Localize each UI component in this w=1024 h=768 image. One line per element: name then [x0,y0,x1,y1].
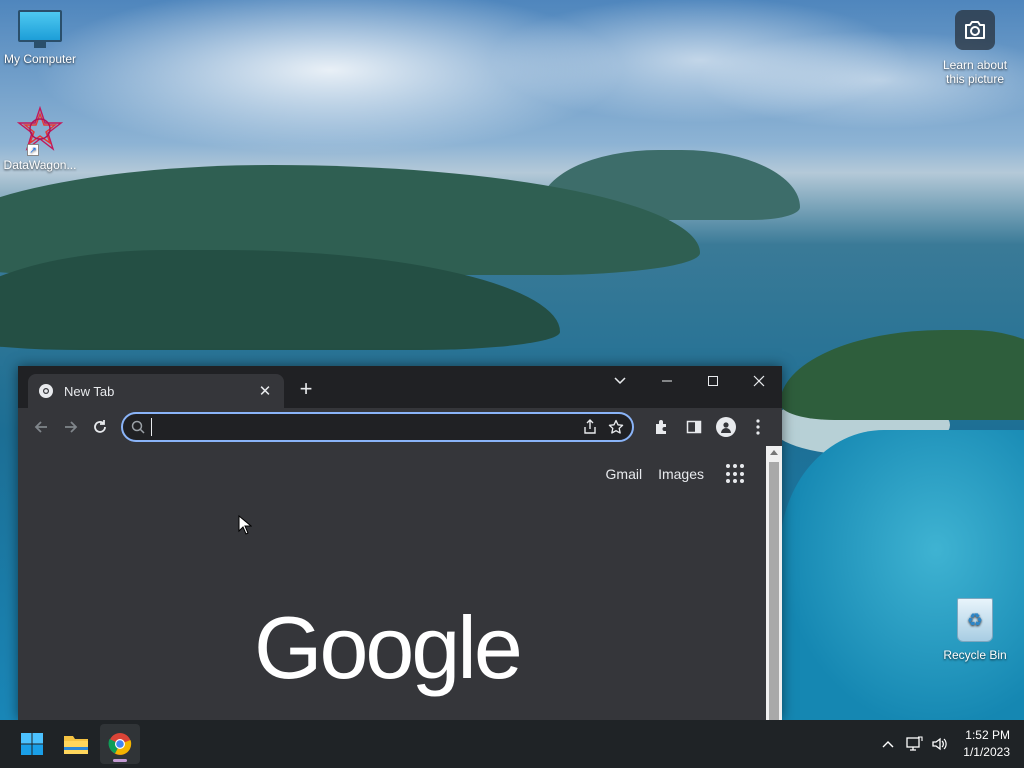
taskbar: 1:52 PM 1/1/2023 [0,720,1024,768]
minimize-button[interactable] [644,366,690,396]
mouse-cursor-icon [238,515,252,535]
desktop-icon-recycle-bin[interactable]: ♻ Recycle Bin [935,598,1015,662]
puzzle-icon [656,420,666,434]
browser-toolbar [18,408,782,446]
taskbar-clock[interactable]: 1:52 PM 1/1/2023 [963,727,1010,761]
top-links: Gmail Images [590,464,746,484]
search-icon [132,420,145,434]
avatar-icon [716,417,736,437]
kebab-menu-icon [756,419,760,435]
chrome-window: New Tab ✕ + Gmail Images Google [18,366,782,720]
chrome-icon [108,733,132,755]
scrollbar-thumb[interactable] [769,462,779,720]
recycle-bin-icon: ♻ [957,598,993,642]
chevron-up-icon [882,741,894,748]
wallpaper-lagoon [780,430,1024,720]
reload-button[interactable] [86,412,116,442]
extensions-button[interactable] [646,412,678,442]
active-app-indicator [113,759,127,762]
back-button[interactable] [26,412,56,442]
clock-time: 1:52 PM [965,728,1010,742]
desktop-icon-label: DataWagon... [3,158,77,172]
address-bar[interactable] [121,412,634,442]
system-tray: 1:52 PM 1/1/2023 [875,720,1024,768]
scroll-up-icon[interactable] [770,450,778,455]
arrow-left-icon [34,421,47,433]
chrome-favicon-icon [39,384,53,398]
folder-icon [64,736,88,754]
minimize-icon [662,380,672,382]
shortcut-arrow-icon: ↗ [27,144,39,156]
clock-date: 1/1/2023 [963,745,1010,759]
arrow-right-icon [64,421,77,433]
share-icon[interactable] [582,419,598,435]
datawagon-app-icon: ↗ [16,105,64,156]
maximize-button[interactable] [690,366,736,396]
title-bar: New Tab ✕ + [18,366,782,408]
forward-button[interactable] [56,412,86,442]
profile-button[interactable] [710,412,742,442]
speaker-icon [932,737,947,751]
network-icon [906,736,923,751]
tab-new-tab[interactable]: New Tab ✕ [28,374,284,408]
desktop-icon-my-computer[interactable]: My Computer [0,10,80,66]
desktop-icon-label: Recycle Bin [943,648,1007,662]
window-controls [644,366,782,396]
desktop-icon-learn-about-picture[interactable]: Learn about this picture [935,10,1015,86]
network-button[interactable] [901,731,927,757]
desktop-icon-label: Learn about this picture [942,58,1008,86]
new-tab-page: Gmail Images Google [18,446,766,720]
toolbar-actions [646,412,774,442]
desktop-icon-label: My Computer [3,52,77,66]
wallpaper-island [780,330,1024,420]
gmail-link[interactable]: Gmail [606,466,643,482]
tab-title: New Tab [64,383,115,399]
google-logo: Google [254,598,523,697]
taskbar-file-explorer[interactable] [56,724,96,764]
start-button[interactable] [12,724,52,764]
new-tab-button[interactable]: + [294,378,318,400]
camera-icon [955,10,995,50]
show-hidden-icons-button[interactable] [875,731,901,757]
reload-icon [94,420,107,433]
maximize-icon [708,376,718,386]
side-panel-button[interactable] [678,412,710,442]
page-scrollbar[interactable] [766,446,782,720]
google-apps-icon[interactable] [726,464,746,484]
images-link[interactable]: Images [658,466,704,482]
menu-button[interactable] [742,412,774,442]
tab-search-button[interactable] [608,370,632,392]
side-panel-icon [686,420,702,434]
desktop-icon-datawagon[interactable]: ↗ DataWagon... [0,105,80,172]
close-icon [753,375,765,387]
volume-button[interactable] [927,731,953,757]
bookmark-star-icon[interactable] [608,419,624,435]
monitor-icon [18,10,62,48]
close-tab-icon[interactable]: ✕ [256,382,274,400]
close-window-button[interactable] [736,366,782,396]
windows-logo-icon [21,733,43,755]
taskbar-chrome[interactable] [100,724,140,764]
address-input[interactable] [151,418,572,436]
chevron-down-icon [614,377,626,385]
